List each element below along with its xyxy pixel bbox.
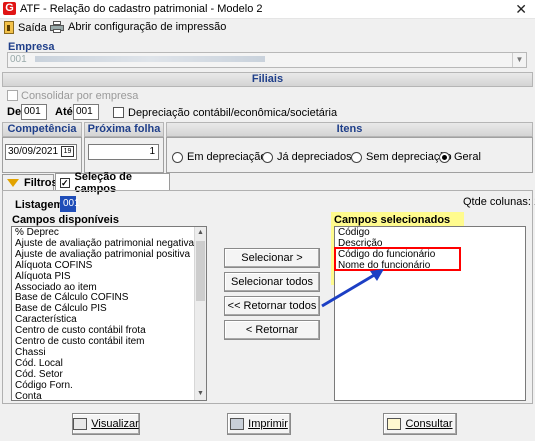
imprimir-label: Imprimir [248,418,288,430]
close-icon[interactable]: ✕ [515,0,527,18]
scroll-thumb[interactable] [196,241,205,301]
radio-geral[interactable] [439,152,450,163]
list-item[interactable]: Código Forn. [12,380,206,392]
tab-filtros[interactable]: Filtros [2,174,58,191]
tab-selecao-campos[interactable]: ✓ Seleção de campos [55,171,170,195]
de-label: De [7,106,22,118]
ate-label: Até [55,106,73,118]
visualizar-label: Visualizar [91,418,139,430]
campos-selecionados-label: Campos selecionados [334,214,451,226]
list-item[interactable]: Alíquota PIS [12,271,206,283]
radio-ja-depreciados[interactable] [262,152,273,163]
exit-button[interactable]: Saída [4,21,47,34]
disponiveis-scrollbar[interactable]: ▲ ▼ [194,227,206,400]
label-geral: Geral [454,151,481,163]
depreciacao-label: Depreciação contábil/econômica/societári… [128,107,338,119]
ate-input[interactable]: 001 [73,104,99,120]
visualizar-button[interactable]: Visualizar [72,413,140,435]
listagem-label: Listagem [15,199,64,211]
consolidar-label: Consolidar por empresa [21,90,139,102]
chevron-down-icon[interactable]: ▼ [512,53,526,67]
print-config-label: Abrir configuração de impressão [68,21,227,33]
label-ja-depreciados: Já depreciados [277,151,352,163]
app-logo-icon: G [3,2,16,15]
proxima-folha-header: Próxima folha [84,122,164,137]
exit-door-icon [4,21,14,34]
consult-icon [387,418,402,431]
empresa-code: 001 [10,54,27,65]
retornar-todos-button[interactable]: << Retornar todos [224,296,320,316]
preview-icon [73,418,88,431]
empresa-name-redacted [35,56,266,63]
list-item[interactable]: Alíquota COFINS [12,260,206,272]
competencia-header: Competência [2,122,82,137]
radio-em-depreciacao[interactable] [172,152,183,163]
filiais-header: Filiais [2,72,533,87]
annotation-arrow-icon [321,269,384,308]
selecionar-button[interactable]: Selecionar > [224,248,320,268]
imprimir-button[interactable]: Imprimir [227,413,291,435]
filter-icon [7,179,19,187]
radio-sem-depreciacao[interactable] [351,152,362,163]
list-item[interactable]: Conta [12,391,206,400]
selecionar-todos-button[interactable]: Selecionar todos >> [224,272,320,306]
tab-filtros-label: Filtros [24,177,58,189]
itens-header: Itens [166,122,533,137]
toolbar: Saída Abrir configuração de impressão [0,19,535,39]
consultar-label: Consultar [405,418,453,430]
campos-disponiveis-label: Campos disponíveis [12,214,119,226]
print-config-button[interactable]: Abrir configuração de impressão [50,21,226,33]
scroll-up-icon[interactable]: ▲ [195,227,206,239]
printer-icon [50,21,64,33]
consolidar-checkbox[interactable] [7,90,18,101]
scroll-down-icon[interactable]: ▼ [195,388,206,400]
calendar-icon[interactable]: 19 [61,146,74,157]
qtde-colunas-label: Qtde colunas: 110 [463,196,535,208]
listagem-input[interactable]: 001 [60,196,80,212]
window-title: ATF - Relação do cadastro patrimonial - … [20,3,263,15]
campos-disponiveis-list[interactable]: % Deprec Ajuste de avaliação patrimonial … [11,226,207,401]
title-bar: G ATF - Relação do cadastro patrimonial … [0,0,535,19]
proxima-folha-input[interactable]: 1 [88,144,159,160]
check-icon: ✓ [60,177,70,188]
label-em-depreciacao: Em depreciação [187,151,267,163]
competencia-value: 30/09/2021 [8,146,59,157]
printer-icon [230,418,245,431]
retornar-button[interactable]: < Retornar [224,320,320,340]
de-input[interactable]: 001 [21,104,47,120]
depreciacao-checkbox[interactable] [113,107,124,118]
exit-label: Saída [18,21,47,34]
empresa-select[interactable]: 001 ▼ [7,52,527,68]
consultar-button[interactable]: Consultar [383,413,457,435]
